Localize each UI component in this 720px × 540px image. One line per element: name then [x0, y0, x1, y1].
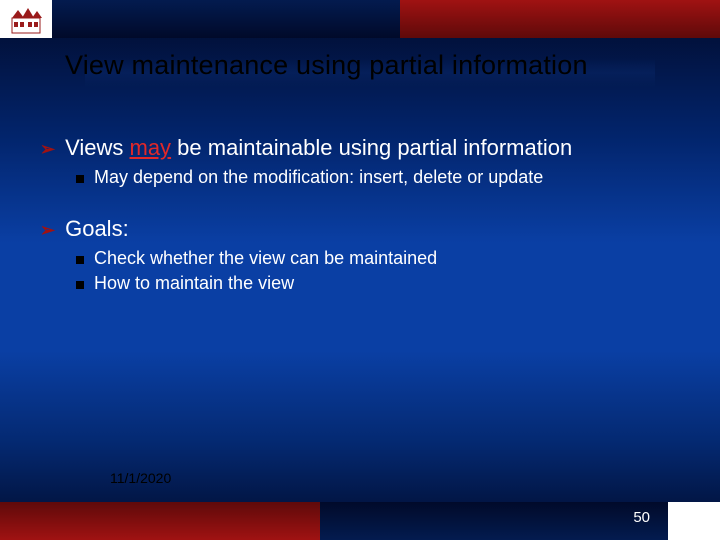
- logo-box: [0, 0, 52, 38]
- subbullets-2: Check whether the view can be maintained…: [76, 248, 680, 294]
- bullet-2: ➢ Goals: Check whether the view can be m…: [40, 216, 680, 294]
- arrow-icon: ➢: [40, 138, 55, 160]
- subbullets-1: May depend on the modification: insert, …: [76, 167, 680, 188]
- building-icon: [8, 4, 44, 34]
- top-bar: [0, 0, 720, 38]
- bottom-bar-white: [668, 502, 720, 540]
- slide-title: View maintenance using partial informati…: [65, 50, 700, 81]
- slide: View maintenance using partial informati…: [0, 0, 720, 540]
- subbullet-text: May depend on the modification: insert, …: [94, 167, 543, 188]
- subbullet-text: Check whether the view can be maintained: [94, 248, 437, 269]
- subbullet-row: How to maintain the view: [76, 273, 680, 294]
- top-bar-red: [400, 0, 720, 38]
- bottom-bar: [0, 502, 720, 540]
- arrow-icon: ➢: [40, 219, 55, 241]
- top-bar-dark: [52, 0, 400, 38]
- subbullet-row: May depend on the modification: insert, …: [76, 167, 680, 188]
- bottom-bar-dark: [320, 502, 668, 540]
- square-icon: [76, 281, 84, 289]
- bullet-text: Views may be maintainable using partial …: [65, 135, 572, 161]
- bullet-1: ➢ Views may be maintainable using partia…: [40, 135, 680, 188]
- bottom-bar-red: [0, 502, 320, 540]
- square-icon: [76, 175, 84, 183]
- subbullet-row: Check whether the view can be maintained: [76, 248, 680, 269]
- bullet-row: ➢ Views may be maintainable using partia…: [40, 135, 680, 161]
- body: ➢ Views may be maintainable using partia…: [40, 135, 680, 322]
- bullet-text: Goals:: [65, 216, 129, 242]
- square-icon: [76, 256, 84, 264]
- bullet-row: ➢ Goals:: [40, 216, 680, 242]
- page-number: 50: [633, 509, 650, 526]
- title-area: View maintenance using partial informati…: [65, 50, 700, 100]
- subbullet-text: How to maintain the view: [94, 273, 294, 294]
- bullet-pre: Views: [65, 135, 129, 160]
- date: 11/1/2020: [110, 470, 171, 486]
- bullet-emph: may: [130, 135, 172, 160]
- bullet-post: be maintainable using partial informatio…: [171, 135, 572, 160]
